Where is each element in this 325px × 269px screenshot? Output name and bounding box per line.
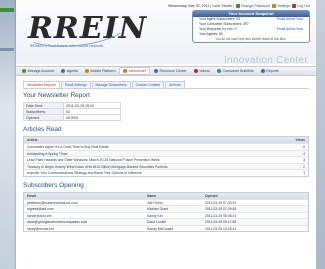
subscriber-email[interactable]: randy@remax.net (27, 226, 147, 232)
table-row[interactable]: sandri@aol.com Sandy Kiri 2011-03-25 08:48… (24, 211, 308, 219)
table-row[interactable]: randy@remax.net Randy McDonald 2011-03-25 … (24, 224, 308, 232)
subscribers-header: Email Name Opened (24, 192, 308, 199)
subtab-email-settings[interactable]: Email Settings (60, 81, 91, 88)
nav-videos[interactable]: Videos (191, 67, 213, 75)
nav-label: Reports (266, 69, 279, 73)
article-views: 3 (303, 158, 305, 162)
nav-label: Videos (199, 69, 211, 73)
background-tab (0, 8, 14, 12)
subscriber-opened: 2011-03-25 07:30:31 (205, 200, 237, 205)
nav-label: Agents (66, 69, 78, 73)
nav-mobile-platform[interactable]: Mobile Platform (82, 67, 118, 75)
snapshot-note: You do not have any new Mobile leads at … (215, 37, 287, 41)
account-snapshot: Your Account Snapshot Your Agent Subscri… (192, 10, 310, 43)
user-greeting: Lorie Studer (212, 4, 232, 8)
wrench-icon (22, 69, 26, 73)
video-icon (193, 69, 198, 73)
logout-link[interactable]: Log Out (297, 4, 310, 8)
main-nav: Manage Account Agents Mobile Platform Ne… (16, 66, 316, 76)
site-header: RREIN RE/MAX's Real Estate Information N… (16, 0, 316, 66)
subtab-custom-content[interactable]: Custom Content (131, 81, 165, 88)
subscriber-name: Joe Feeon (147, 200, 164, 205)
background-window-left (0, 0, 16, 269)
article-title[interactable]: Improve Your Communications Strategy and… (27, 170, 142, 176)
newsletter-icon (123, 69, 128, 73)
site-logo[interactable]: RREIN RE/MAX's Real Estate Information N… (22, 6, 147, 52)
articles-title: Articles Read (23, 126, 62, 133)
snapshot-link[interactable]: Email Article Now (277, 17, 303, 22)
list-item[interactable]: Improve Your Communications Strategy and… (24, 169, 308, 176)
subscriber-opened: 2011-03-25 10:26:41 (205, 226, 237, 231)
nav-label: Resource Center (159, 69, 187, 73)
articles-table: Article Views Consumers Agree It's A Good… (23, 136, 309, 177)
main-content: Newsletter Reports Email Settings Manage… (16, 76, 316, 232)
nav-resource-center[interactable]: Resource Center (151, 67, 190, 75)
report-value: 26.09% (63, 114, 121, 121)
subscriber-opened: 2011-03-25 09:17:58 (205, 220, 237, 224)
article-title[interactable]: Treasury to Begin Orderly Wind Down of i… (27, 164, 167, 170)
subscriber-opened: 2011-03-25 07:29:48 (205, 207, 237, 211)
subscriber-email[interactable]: mgreek@aol.com (27, 206, 147, 212)
subtab-authors[interactable]: Authors (165, 81, 185, 88)
logout-icon (292, 4, 297, 9)
chart-icon (260, 69, 265, 73)
table-row[interactable]: mgreek@aol.com Michael Grant 2011-03-25 07… (24, 205, 308, 212)
table-row[interactable]: dana@georgianahomemconpanies.com Dana Lou… (24, 218, 308, 225)
browser-page: RREIN RE/MAX's Real Estate Information N… (16, 0, 316, 269)
subscriber-email[interactable]: dana@georgianahomemconpanies.com (27, 219, 147, 225)
people-icon (61, 69, 66, 73)
settings-link[interactable]: Settings (277, 4, 290, 8)
report-row: Opened: 26.09% (23, 114, 121, 121)
nav-label: Newsletter (128, 69, 146, 73)
subscriber-email[interactable]: sandri@aol.com (27, 213, 147, 219)
gear-icon (272, 4, 277, 9)
subscriber-opened: 2011-03-25 08:48:01 (205, 213, 237, 218)
column-header-name[interactable]: Name (147, 193, 205, 199)
nav-label: Manage Account (27, 69, 55, 73)
column-header-email[interactable]: Email (27, 193, 147, 199)
snapshot-link[interactable]: Email Article Now (277, 27, 303, 32)
column-header-opened[interactable]: Opened (205, 193, 305, 199)
article-views: 6 (303, 145, 305, 149)
subtab-manage-subscribers[interactable]: Manage Subscribers (91, 81, 131, 88)
bulletin-icon (217, 69, 222, 73)
report-key: Opened: (23, 114, 64, 121)
article-views: 1 (303, 171, 305, 175)
subscriber-name: Randy McDonald (147, 226, 174, 231)
report-title: Your Newsletter Report (23, 92, 90, 99)
nav-agents[interactable]: Agents (58, 67, 81, 75)
subscribers-title: Subscribers Opening (23, 181, 84, 189)
nav-consumer-bulletins[interactable]: Consumer Bulletins (214, 67, 257, 75)
article-title[interactable]: Lead Paint Hazards and Older Windows: Ma… (27, 157, 160, 163)
subtab-newsletter-reports[interactable]: Newsletter Reports (23, 81, 60, 88)
article-title[interactable]: Anticipating a Spring Thaw (27, 151, 67, 157)
subscriber-name: Michael Grant (147, 207, 169, 211)
subscriber-name: Sandy Kiri (147, 213, 163, 218)
column-header-views[interactable]: Views (295, 137, 305, 143)
article-views: 2 (303, 164, 305, 169)
newsletter-subtabs: Newsletter Reports Email Settings Manage… (23, 81, 309, 89)
background-window-right (316, 0, 325, 269)
article-title[interactable]: Consumers Agree It's A Good Time to Buy … (27, 144, 109, 150)
nav-label: Consumer Bulletins (222, 69, 254, 73)
table-row[interactable]: joetfeeon@maserinvestorms.com Joe Feeon 20… (24, 198, 308, 206)
article-views: 4 (303, 151, 305, 156)
nav-label: Mobile Platform (90, 69, 116, 73)
subscriber-email[interactable]: joetfeeon@maserinvestorms.com (27, 200, 147, 206)
nav-newsletter[interactable]: Newsletter (119, 67, 150, 75)
current-date: Wednesday, Mar 30, 2011 (167, 4, 210, 8)
column-header-article[interactable]: Article (27, 137, 38, 143)
report-table: Date Sent: 2011-03-25 15:00 Subscribers: 9… (23, 102, 121, 121)
user-topline: Wednesday, Mar 30, 2011 | Lorie Studer |… (167, 4, 310, 9)
subscribers-table: Email Name Opened joetfeeon@maserinvesto… (23, 191, 309, 232)
change-password-link[interactable]: Change Password (241, 4, 270, 8)
innovation-center-title: Innovation Center (223, 55, 308, 66)
key-icon (235, 4, 240, 9)
nav-manage-account[interactable]: Manage Account (19, 67, 57, 75)
phone-icon (84, 69, 89, 73)
globe-icon (153, 69, 158, 73)
subscriber-name: Dana Louise (147, 220, 167, 224)
background-bar (0, 48, 14, 51)
nav-reports[interactable]: Reports (258, 67, 282, 75)
